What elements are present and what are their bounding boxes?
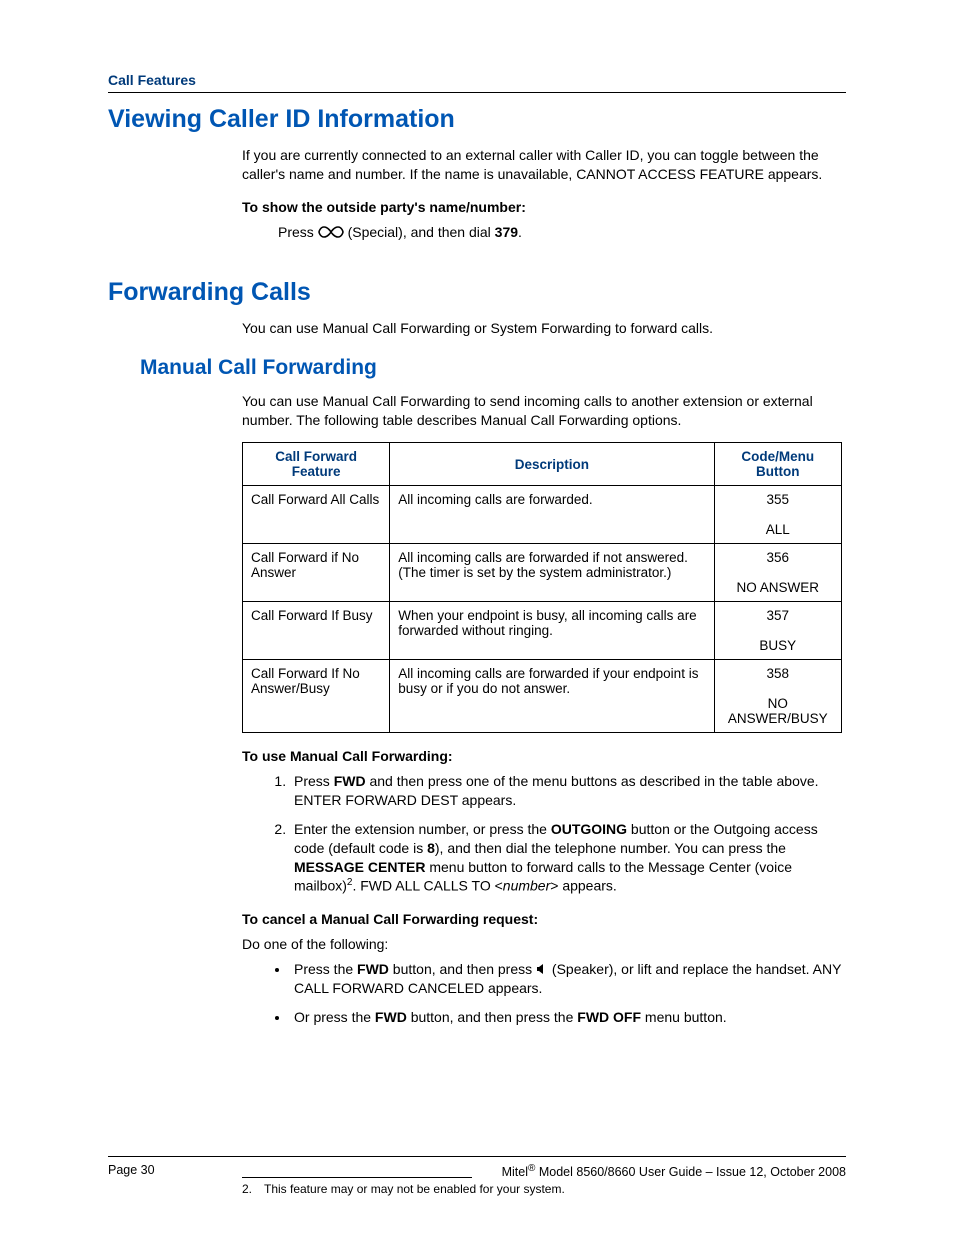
table-row: Call Forward If Busy When your endpoint … [243, 602, 842, 660]
paragraph: You can use Manual Call Forwarding or Sy… [242, 319, 846, 338]
page-footer: Page 30 Mitel® Model 8560/8660 User Guid… [108, 1156, 846, 1179]
code-value: 357 [766, 608, 789, 623]
cell-desc: All incoming calls are forwarded if your… [390, 660, 714, 733]
text: Press [294, 773, 334, 789]
button-name: FWD [357, 961, 389, 977]
brand-name: Mitel [502, 1165, 528, 1179]
menu-value: ALL [766, 522, 790, 537]
text: > appears. [550, 878, 617, 894]
button-name: OUTGOING [551, 821, 627, 837]
table-header-row: Call Forward Feature Description Code/Me… [243, 443, 842, 486]
paragraph: If you are currently connected to an ext… [242, 146, 846, 184]
cell-desc: When your endpoint is busy, all incoming… [390, 602, 714, 660]
code-value: 8 [427, 840, 435, 856]
text: . [518, 224, 522, 240]
text: (Special), and then dial [344, 224, 495, 240]
table-row: Call Forward All Calls All incoming call… [243, 486, 842, 544]
heading-viewing-caller-id: Viewing Caller ID Information [108, 105, 846, 134]
text: Enter the extension number, or press the [294, 821, 551, 837]
cell-code: 356 NO ANSWER [714, 544, 842, 602]
code-value: 356 [766, 550, 789, 565]
paragraph: Do one of the following: [242, 935, 846, 954]
footer-right: Mitel® Model 8560/8660 User Guide – Issu… [502, 1163, 846, 1179]
instruction-step: Press (Special), and then dial 379. [278, 223, 846, 243]
button-name: MESSAGE CENTER [294, 859, 425, 875]
col-header-feature: Call Forward Feature [243, 443, 390, 486]
list-item: Enter the extension number, or press the… [290, 820, 846, 896]
text: Press [278, 224, 318, 240]
footnote: 2.This feature may or may not be enabled… [242, 1182, 846, 1198]
code-value: 358 [766, 666, 789, 681]
footnote-number: 2. [242, 1182, 264, 1198]
cell-code: 358 NO ANSWER/BUSY [714, 660, 842, 733]
list-item: Or press the FWD button, and then press … [290, 1008, 846, 1027]
text: menu button. [641, 1009, 727, 1025]
numbered-list: Press FWD and then press one of the menu… [268, 772, 846, 896]
heading-manual-call-forwarding: Manual Call Forwarding [140, 356, 846, 380]
button-name: FWD [334, 773, 366, 789]
heading-forwarding-calls: Forwarding Calls [108, 278, 846, 307]
text: Or press the [294, 1009, 375, 1025]
cell-feature: Call Forward All Calls [243, 486, 390, 544]
table-row: Call Forward if No Answer All incoming c… [243, 544, 842, 602]
text: button, and then press the [407, 1009, 577, 1025]
button-name: FWD OFF [577, 1009, 641, 1025]
text: ), and then dial the telephone number. Y… [435, 840, 786, 856]
instruction-heading: To use Manual Call Forwarding: [242, 747, 846, 766]
instruction-heading: To cancel a Manual Call Forwarding reque… [242, 910, 846, 929]
call-forward-table: Call Forward Feature Description Code/Me… [242, 442, 842, 733]
text: . FWD ALL CALLS TO < [352, 878, 502, 894]
footer-rule [108, 1156, 846, 1157]
cell-feature: Call Forward If No Answer/Busy [243, 660, 390, 733]
text: Press the [294, 961, 357, 977]
table-row: Call Forward If No Answer/Busy All incom… [243, 660, 842, 733]
button-name: FWD [375, 1009, 407, 1025]
section-label: Call Features [108, 72, 846, 88]
footnote-text: This feature may or may not be enabled f… [264, 1182, 565, 1196]
instruction-heading: To show the outside party's name/number: [242, 198, 846, 217]
header-rule [108, 92, 846, 93]
cell-code: 357 BUSY [714, 602, 842, 660]
menu-value: NO ANSWER/BUSY [728, 696, 828, 726]
col-header-code: Code/Menu Button [714, 443, 842, 486]
cell-feature: Call Forward if No Answer [243, 544, 390, 602]
speaker-icon [536, 961, 548, 980]
cell-desc: All incoming calls are forwarded. [390, 486, 714, 544]
placeholder-text: number [503, 878, 550, 894]
dial-code: 379 [495, 224, 518, 240]
list-item: Press the FWD button, and then press (Sp… [290, 960, 846, 999]
cell-code: 355 ALL [714, 486, 842, 544]
list-item: Press FWD and then press one of the menu… [290, 772, 846, 810]
bulleted-list: Press the FWD button, and then press (Sp… [268, 960, 846, 1028]
cell-desc: All incoming calls are forwarded if not … [390, 544, 714, 602]
menu-value: NO ANSWER [736, 580, 819, 595]
menu-value: BUSY [759, 638, 796, 653]
code-value: 355 [766, 492, 789, 507]
doc-title: Model 8560/8660 User Guide – Issue 12, O… [535, 1165, 846, 1179]
paragraph: You can use Manual Call Forwarding to se… [242, 392, 846, 430]
text: and then press one of the menu buttons a… [294, 773, 819, 808]
infinity-icon [318, 224, 344, 243]
cell-feature: Call Forward If Busy [243, 602, 390, 660]
text: button, and then press [389, 961, 536, 977]
page-number: Page 30 [108, 1163, 155, 1179]
col-header-description: Description [390, 443, 714, 486]
